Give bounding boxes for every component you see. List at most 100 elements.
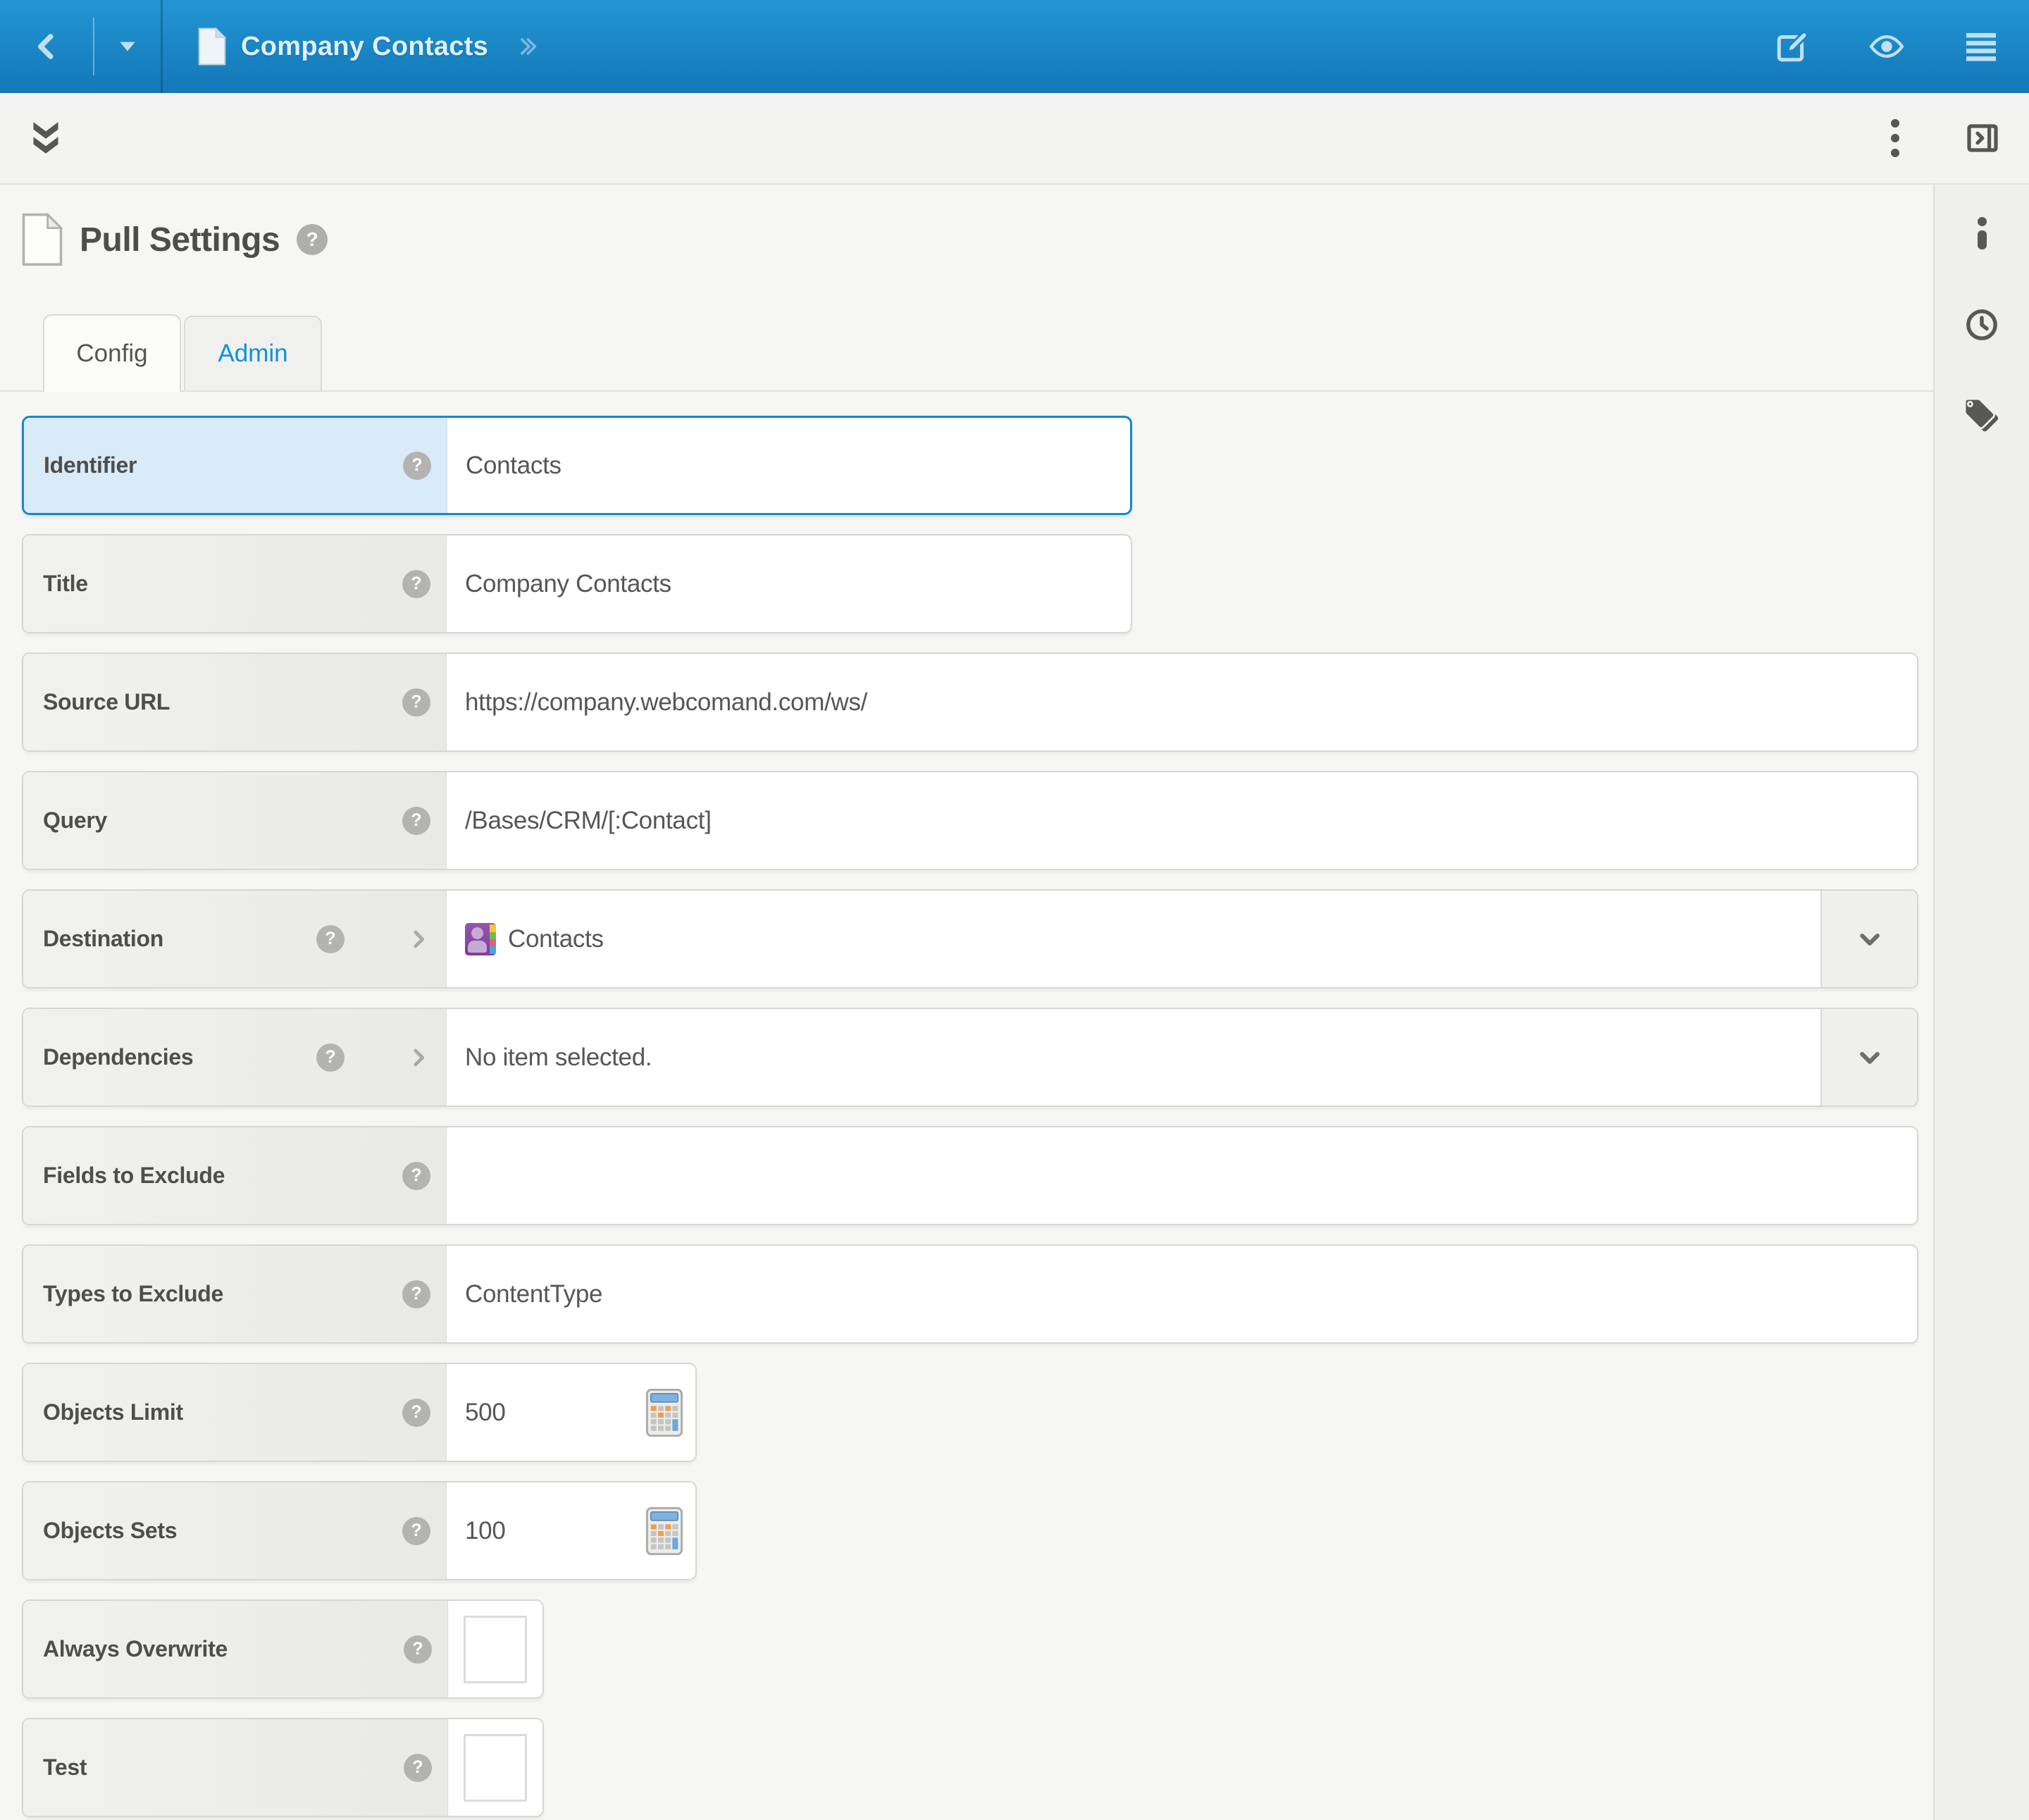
more-options-button[interactable] <box>1887 115 1904 161</box>
toolbar <box>0 93 2029 185</box>
help-icon[interactable]: ? <box>404 1635 432 1664</box>
page-header: Pull Settings ? <box>22 207 1933 272</box>
topbar: Company Contacts <box>0 0 2029 93</box>
help-icon[interactable]: ? <box>402 1399 430 1427</box>
caret-down-icon <box>118 40 137 53</box>
field-row-query: Query ? /Bases/CRM/[:Contact] <box>22 771 1918 870</box>
preview-button[interactable] <box>1869 25 1904 68</box>
chevron-down-icon <box>1856 925 1884 953</box>
field-row-objects-limit: Objects Limit ? 500 <box>22 1363 697 1462</box>
always-overwrite-cell <box>448 1601 542 1697</box>
test-cell <box>448 1719 542 1816</box>
calculator-icon[interactable] <box>646 1389 683 1437</box>
field-label-identifier: Identifier ? <box>24 418 447 513</box>
body: Pull Settings ? Config Admin Identifier … <box>0 185 2029 1820</box>
info-panel-button[interactable] <box>1978 217 1987 249</box>
help-icon[interactable]: ? <box>316 925 345 953</box>
field-label-dependencies: Dependencies ? <box>23 1009 447 1106</box>
destination-picker[interactable]: Contacts <box>447 891 1820 987</box>
history-panel-button[interactable] <box>1964 307 1999 342</box>
field-row-test: Test ? <box>22 1718 544 1817</box>
field-label-test: Test ? <box>23 1719 448 1816</box>
help-icon[interactable]: ? <box>403 452 431 480</box>
help-icon[interactable]: ? <box>402 570 430 598</box>
field-label-destination: Destination ? <box>23 891 447 987</box>
field-label-source-url: Source URL ? <box>23 654 447 750</box>
field-row-objects-sets: Objects Sets ? 100 <box>22 1481 697 1580</box>
chevron-down-icon <box>1856 1044 1884 1072</box>
always-overwrite-checkbox[interactable] <box>464 1616 527 1683</box>
tab-bar: Config Admin <box>0 313 1933 392</box>
tags-icon <box>1961 396 2002 434</box>
help-icon[interactable]: ? <box>402 1162 430 1190</box>
help-icon[interactable]: ? <box>402 1280 430 1308</box>
test-checkbox[interactable] <box>464 1734 527 1802</box>
field-label-types-to-exclude: Types to Exclude ? <box>23 1246 447 1342</box>
right-sidebar <box>1933 185 2029 1820</box>
main-content: Pull Settings ? Config Admin Identifier … <box>0 185 1933 1820</box>
page-document-icon <box>22 213 63 266</box>
double-chevron-down-icon <box>31 122 61 154</box>
source-url-input[interactable]: https://company.webcomand.com/ws/ <box>447 654 1917 750</box>
objects-limit-input[interactable]: 500 <box>447 1364 695 1461</box>
kebab-dot <box>1891 119 1899 128</box>
info-icon <box>1978 217 1987 249</box>
help-icon[interactable]: ? <box>402 1517 430 1545</box>
topbar-actions <box>1775 0 2029 93</box>
dependencies-picker[interactable]: No item selected. <box>447 1009 1820 1106</box>
toolbar-right-actions <box>1887 115 2029 161</box>
edit-icon <box>1775 29 1810 64</box>
kebab-dot <box>1891 134 1899 142</box>
page-title: Pull Settings <box>80 221 280 259</box>
field-row-always-overwrite: Always Overwrite ? <box>22 1599 544 1699</box>
menu-button[interactable] <box>1963 25 1999 68</box>
field-label-title: Title ? <box>23 536 447 632</box>
field-row-title: Title ? Company Contacts <box>22 534 1132 633</box>
back-button[interactable] <box>0 0 93 93</box>
edit-button[interactable] <box>1775 25 1810 68</box>
title-input[interactable]: Company Contacts <box>447 536 1131 632</box>
breadcrumb: Company Contacts <box>163 0 540 93</box>
help-icon[interactable]: ? <box>297 224 328 255</box>
expand-field-icon[interactable] <box>407 1044 430 1071</box>
tags-panel-button[interactable] <box>1961 396 2002 434</box>
query-input[interactable]: /Bases/CRM/[:Contact] <box>447 772 1917 869</box>
clock-icon <box>1964 307 1999 342</box>
field-label-fields-to-exclude: Fields to Exclude ? <box>23 1127 447 1224</box>
field-row-source-url: Source URL ? https://company.webcomand.c… <box>22 652 1918 752</box>
objects-sets-input[interactable]: 100 <box>447 1482 695 1579</box>
field-label-objects-sets: Objects Sets ? <box>23 1482 447 1579</box>
dependencies-dropdown-button[interactable] <box>1820 1009 1917 1106</box>
back-icon <box>32 31 61 62</box>
field-row-dependencies: Dependencies ? No item selected. <box>22 1008 1918 1107</box>
fields-to-exclude-input[interactable] <box>447 1127 1917 1224</box>
collapse-all-button[interactable] <box>31 122 61 154</box>
toggle-side-panel-button[interactable] <box>1966 121 1999 155</box>
contact-object-icon <box>465 923 496 955</box>
field-label-always-overwrite: Always Overwrite ? <box>23 1601 448 1697</box>
destination-dropdown-button[interactable] <box>1820 891 1917 987</box>
breadcrumb-expand-icon[interactable] <box>514 35 540 58</box>
calculator-icon[interactable] <box>646 1507 683 1555</box>
types-to-exclude-input[interactable]: ContentType <box>447 1246 1917 1342</box>
app-window: Company Contacts <box>0 0 2029 1820</box>
kebab-dot <box>1891 149 1899 157</box>
help-icon[interactable]: ? <box>402 688 430 717</box>
tab-config[interactable]: Config <box>43 314 181 392</box>
help-icon[interactable]: ? <box>404 1754 432 1782</box>
field-label-query: Query ? <box>23 772 447 869</box>
document-icon <box>198 27 226 66</box>
field-label-objects-limit: Objects Limit ? <box>23 1364 447 1461</box>
field-row-fields-to-exclude: Fields to Exclude ? <box>22 1126 1918 1225</box>
help-icon[interactable]: ? <box>402 807 430 835</box>
menu-icon <box>1965 32 1997 61</box>
eye-icon <box>1869 29 1904 64</box>
expand-field-icon[interactable] <box>407 926 430 953</box>
panel-toggle-icon <box>1966 121 1999 155</box>
identifier-input[interactable]: Contacts <box>447 418 1130 513</box>
tab-admin[interactable]: Admin <box>184 316 322 390</box>
breadcrumb-title[interactable]: Company Contacts <box>241 32 488 62</box>
field-row-identifier: Identifier ? Contacts <box>22 416 1132 515</box>
breadcrumb-dropdown-button[interactable] <box>94 0 161 93</box>
help-icon[interactable]: ? <box>316 1044 345 1072</box>
